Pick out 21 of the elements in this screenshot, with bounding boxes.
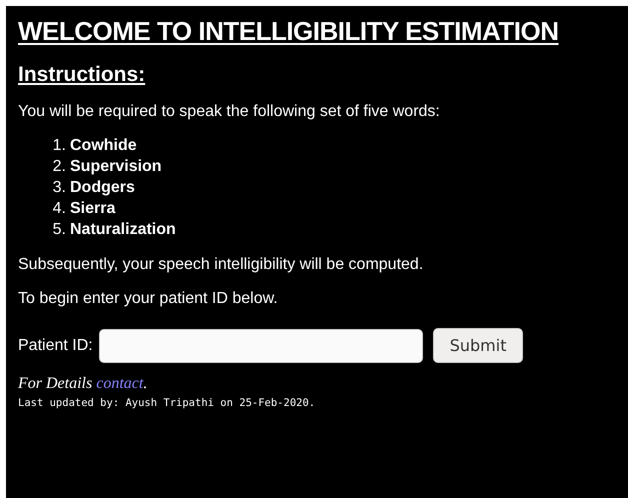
list-number: 1. xyxy=(52,136,66,156)
word-text: Cowhide xyxy=(70,136,137,156)
instructions-heading: Instructions: xyxy=(18,63,146,87)
page-title: WELCOME TO INTELLIGIBILITY ESTIMATION xyxy=(18,16,558,47)
details-text: For Details contact. xyxy=(18,375,148,393)
contact-link[interactable]: contact xyxy=(96,375,144,392)
patient-id-field[interactable] xyxy=(98,328,423,362)
list-number: 2. xyxy=(52,157,66,177)
list-number: 4. xyxy=(52,199,66,219)
word-text: Sierra xyxy=(70,199,116,219)
begin-text: To begin enter your patient ID below. xyxy=(18,290,279,308)
word-text: Dodgers xyxy=(70,178,135,198)
word-text: Naturalization xyxy=(70,220,176,240)
subsequent-text: Subsequently, your speech intelligibility will be computed. xyxy=(18,256,424,274)
list-number: 5. xyxy=(52,220,66,240)
patient-id-label: Patient ID: xyxy=(18,336,93,354)
word-text: Supervision xyxy=(70,157,162,177)
last-updated-text: Last updated by: Ayush Tripathi on 25-Feb-2020. xyxy=(18,397,316,409)
list-number: 3. xyxy=(52,178,66,198)
submit-button[interactable]: Submit xyxy=(432,328,524,363)
intro-text: You will be required to speak the following set of five words: xyxy=(18,103,441,121)
